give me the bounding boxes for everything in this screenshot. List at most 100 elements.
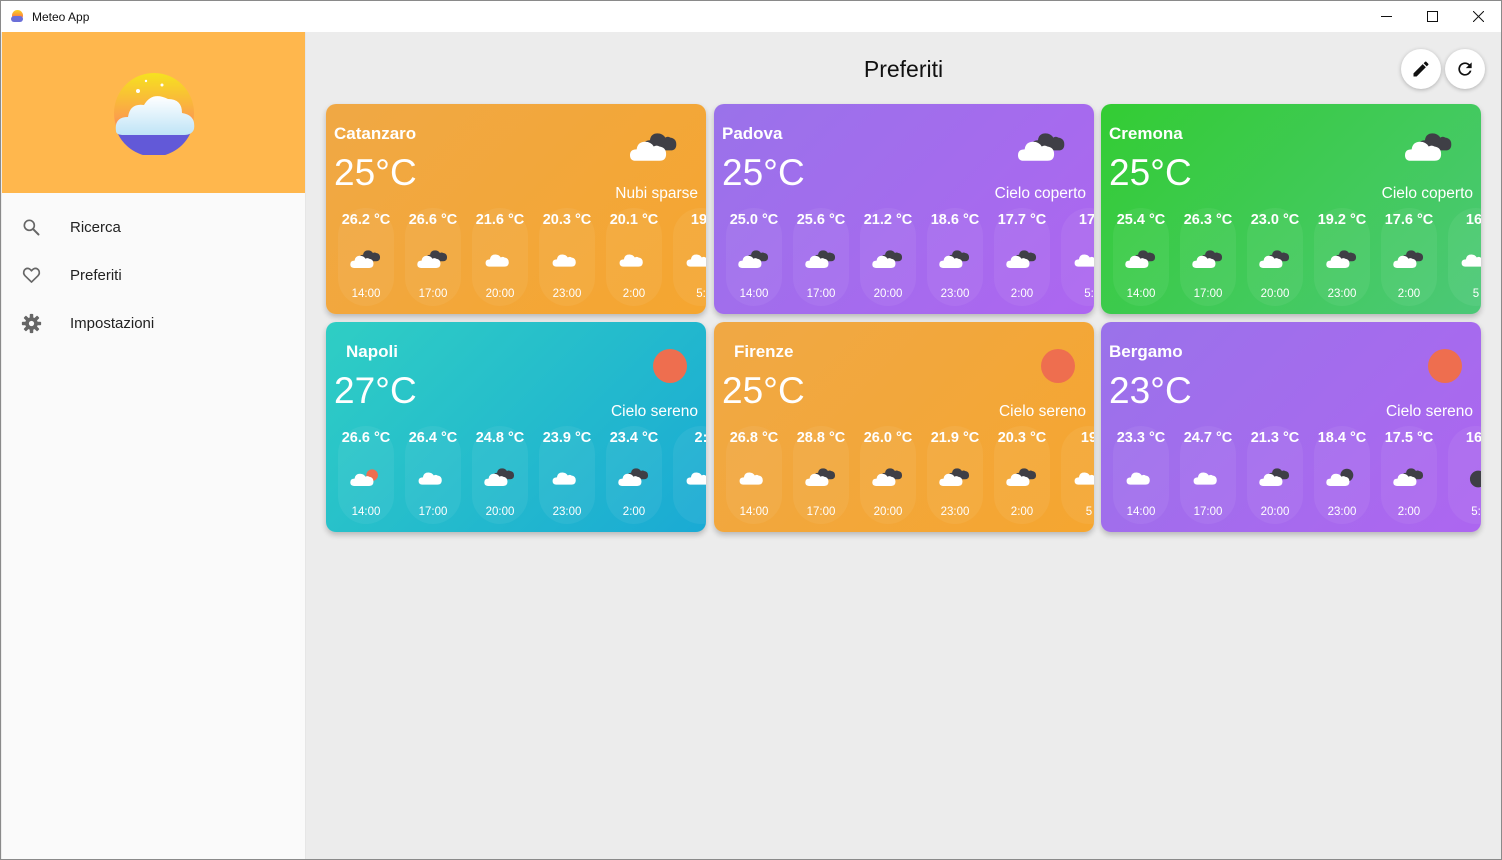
maximize-icon xyxy=(1426,11,1438,22)
cloud-icon xyxy=(550,466,586,492)
broken-clouds-icon xyxy=(1016,130,1072,170)
hourly-item: 19. 5: xyxy=(669,208,706,308)
hourly-temperature: 21.3 °C xyxy=(1250,430,1300,446)
hourly-item: 19 5 xyxy=(1057,426,1094,526)
moon-icon xyxy=(1459,466,1481,492)
weather-card[interactable]: Firenze 25°C Cielo sereno 26.8 °C 14:00 28.8 … xyxy=(714,322,1094,532)
hourly-temperature: 25.4 °C xyxy=(1116,212,1166,228)
edit-button[interactable] xyxy=(1401,49,1441,89)
hourly-time: 20:00 xyxy=(873,288,903,300)
hourly-temperature: 17.6 °C xyxy=(1384,212,1434,228)
broken-clouds-icon xyxy=(1392,248,1428,274)
cloud-icon xyxy=(737,466,773,492)
hourly-time: 17:00 xyxy=(806,288,836,300)
sidebar-item-impostazioni[interactable]: Impostazioni xyxy=(2,299,305,347)
hourly-temperature: 19. xyxy=(690,212,706,228)
hourly-time: 2:00 xyxy=(1397,288,1421,300)
hourly-item: 23.4 °C 2:00 xyxy=(602,426,666,526)
sun-icon xyxy=(642,346,698,386)
hourly-time: 14:00 xyxy=(739,506,769,518)
hourly-time: 20:00 xyxy=(1260,288,1290,300)
hourly-forecast[interactable]: 26.6 °C 14:00 26.4 °C 17:00 24.8 °C 20:00 23.9… xyxy=(334,426,706,526)
hourly-forecast[interactable]: 23.3 °C 14:00 24.7 °C 17:00 21.3 °C 20:00 18.4… xyxy=(1109,426,1481,526)
weather-card[interactable]: Catanzaro 25°C Nubi sparse 26.2 °C 14:00 26.6… xyxy=(326,104,706,314)
hourly-temperature: 24.8 °C xyxy=(475,430,525,446)
sidebar-item-ricerca[interactable]: Ricerca xyxy=(2,203,305,251)
hourly-forecast[interactable]: 25.4 °C 14:00 26.3 °C 17:00 23.0 °C 20:00 19.2… xyxy=(1109,208,1481,308)
hourly-item: 19.2 °C 23:00 xyxy=(1310,208,1374,308)
hourly-temperature: 26.3 °C xyxy=(1183,212,1233,228)
hourly-temperature: 20.3 °C xyxy=(542,212,592,228)
hourly-item: 26.3 °C 17:00 xyxy=(1176,208,1240,308)
broken-clouds-icon xyxy=(1124,248,1160,274)
refresh-icon xyxy=(1458,62,1472,76)
hourly-temperature: 28.8 °C xyxy=(796,430,846,446)
weather-card[interactable]: Cremona 25°C Cielo coperto 25.4 °C 14:00 26.3… xyxy=(1101,104,1481,314)
broken-clouds-icon xyxy=(804,466,840,492)
current-temperature: 23°C xyxy=(1109,370,1192,411)
close-button[interactable] xyxy=(1455,1,1501,32)
hourly-forecast[interactable]: 26.2 °C 14:00 26.6 °C 17:00 21.6 °C 20:00 20.3… xyxy=(334,208,706,308)
hourly-forecast[interactable]: 26.8 °C 14:00 28.8 °C 17:00 26.0 °C 20:00 21.9… xyxy=(722,426,1094,526)
maximize-button[interactable] xyxy=(1409,1,1455,32)
app-logo-icon xyxy=(10,9,26,25)
sidebar-item-label: Ricerca xyxy=(70,218,121,236)
hourly-item: 20.1 °C 2:00 xyxy=(602,208,666,308)
hourly-temperature: 20.1 °C xyxy=(609,212,659,228)
hourly-forecast[interactable]: 25.0 °C 14:00 25.6 °C 17:00 21.2 °C 20:00 18.6… xyxy=(722,208,1094,308)
close-icon xyxy=(1472,11,1484,22)
hourly-time: 2:00 xyxy=(1397,506,1421,518)
hourly-time: 20:00 xyxy=(485,288,515,300)
sidebar-item-preferiti[interactable]: Preferiti xyxy=(2,251,305,299)
refresh-button[interactable] xyxy=(1445,49,1485,89)
hourly-temperature: 26.0 °C xyxy=(863,430,913,446)
hourly-time: 17:00 xyxy=(1193,288,1223,300)
hourly-temperature: 26.4 °C xyxy=(408,430,458,446)
hourly-item: 28.8 °C 17:00 xyxy=(789,426,853,526)
cloud-icon xyxy=(684,248,706,274)
weather-card[interactable]: Padova 25°C Cielo coperto 25.0 °C 14:00 25.6 … xyxy=(714,104,1094,314)
minimize-icon xyxy=(1380,16,1392,17)
hourly-item: 21.3 °C 20:00 xyxy=(1243,426,1307,526)
hourly-item: 23.9 °C 23:00 xyxy=(535,426,599,526)
hourly-temperature: 17.7 °C xyxy=(997,212,1047,228)
hourly-item: 25.6 °C 17:00 xyxy=(789,208,853,308)
hourly-time: 2:00 xyxy=(1010,506,1034,518)
cloud-icon xyxy=(617,248,653,274)
hourly-temperature: 18.4 °C xyxy=(1317,430,1367,446)
city-name: Padova xyxy=(722,124,783,143)
title-bar[interactable]: Meteo App xyxy=(1,1,1501,32)
hourly-time: 20:00 xyxy=(485,506,515,518)
weather-description: Cielo coperto xyxy=(1381,185,1473,202)
weather-description: Cielo sereno xyxy=(1385,403,1473,420)
few-clouds-icon xyxy=(349,466,385,492)
broken-clouds-icon xyxy=(349,248,385,274)
sidebar: Ricerca Preferiti Impostazioni xyxy=(2,32,306,859)
hourly-temperature: 19.2 °C xyxy=(1317,212,1367,228)
hourly-temperature: 23.0 °C xyxy=(1250,212,1300,228)
hourly-item: 20.3 °C 2:00 xyxy=(990,426,1054,526)
hourly-time: 14:00 xyxy=(351,506,381,518)
sidebar-item-label: Impostazioni xyxy=(70,314,155,332)
minimize-button[interactable] xyxy=(1363,1,1409,32)
hourly-item: 26.8 °C 14:00 xyxy=(722,426,786,526)
broken-clouds-icon xyxy=(416,248,452,274)
cloud-icon xyxy=(1072,466,1094,492)
hourly-item: 21.2 °C 20:00 xyxy=(856,208,920,308)
hourly-time: 17:00 xyxy=(1193,506,1223,518)
broken-clouds-icon xyxy=(737,248,773,274)
hourly-item: 17.5 °C 2:00 xyxy=(1377,426,1441,526)
hourly-item: 23.0 °C 20:00 xyxy=(1243,208,1307,308)
hourly-temperature: 23.4 °C xyxy=(609,430,659,446)
weather-description: Cielo coperto xyxy=(994,185,1086,202)
broken-clouds-icon xyxy=(1403,130,1459,170)
weather-description: Cielo sereno xyxy=(610,403,698,420)
city-name: Cremona xyxy=(1109,124,1183,143)
cloud-icon xyxy=(1191,466,1227,492)
weather-card[interactable]: Bergamo 23°C Cielo sereno 23.3 °C 14:00 24.7 … xyxy=(1101,322,1481,532)
hourly-temperature: 2: xyxy=(694,430,706,446)
hourly-time: 20:00 xyxy=(1260,506,1290,518)
hourly-time: 14:00 xyxy=(1126,506,1156,518)
weather-card[interactable]: Napoli 27°C Cielo sereno 26.6 °C 14:00 26.4 °… xyxy=(326,322,706,532)
hourly-time: 20:00 xyxy=(873,506,903,518)
